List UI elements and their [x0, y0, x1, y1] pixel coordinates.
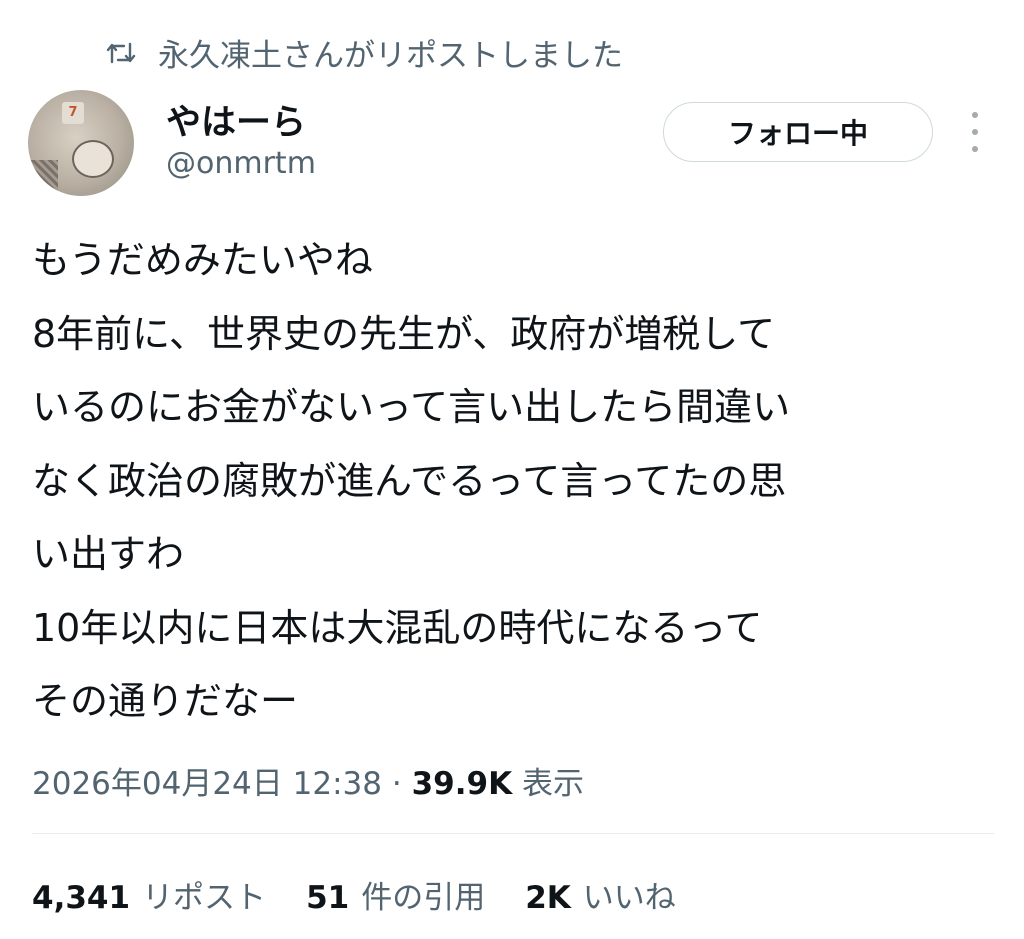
avatar[interactable]: 7 — [28, 90, 134, 196]
author-handle[interactable]: @onmrtm — [166, 146, 316, 181]
tweet-date[interactable]: 2026年04月24日 — [32, 766, 283, 802]
tweet-time[interactable]: 12:38 — [293, 766, 382, 802]
repost-label: リポスト — [142, 880, 267, 916]
retweet-icon — [106, 40, 136, 66]
repost-context[interactable]: 永久凍土さんがリポストしました — [106, 30, 623, 75]
more-options-icon[interactable] — [962, 112, 988, 152]
avatar-mark: 7 — [62, 102, 84, 124]
repost-count: 4,341 — [32, 880, 131, 916]
tweet-line: い出すわ — [32, 532, 185, 576]
divider — [32, 833, 994, 834]
following-button[interactable]: フォロー中 — [663, 102, 933, 162]
tweet-line: その通りだなー — [32, 679, 299, 723]
following-button-label: フォロー中 — [727, 117, 868, 150]
like-count: 2K — [525, 880, 571, 916]
quote-stat[interactable]: 51 件の引用 — [306, 872, 485, 917]
repost-stat[interactable]: 4,341 リポスト — [32, 872, 266, 917]
like-label: いいね — [582, 880, 676, 916]
avatar-pattern — [28, 160, 58, 196]
tweet-line: 8年前に、世界史の先生が、政府が増税して — [32, 311, 776, 356]
view-label: 表示 — [521, 766, 584, 802]
like-stat[interactable]: 2K いいね — [525, 872, 676, 917]
view-count[interactable]: 39.9K — [412, 766, 513, 802]
repost-context-text: 永久凍土さんがリポストしました — [158, 38, 623, 74]
meta-separator: · — [391, 766, 402, 802]
avatar-face — [72, 140, 114, 178]
author-display-name[interactable]: やはーら — [166, 94, 306, 145]
tweet-line: いるのにお金がないって言い出したら間違い — [32, 385, 791, 429]
tweet-line: 10年以内に日本は大混乱の時代になるって — [32, 605, 763, 650]
tweet-line: もうだめみたいやね — [32, 238, 373, 282]
tweet-stats: 4,341 リポスト 51 件の引用 2K いいね — [32, 872, 676, 917]
tweet-line: なく政治の腐敗が進んでるって言ってたの思 — [32, 458, 787, 503]
tweet-meta: 2026年04月24日 12:38 · 39.9K 表示 — [32, 758, 584, 803]
quote-count: 51 — [306, 880, 350, 916]
tweet-text: もうだめみたいやね 8年前に、世界史の先生が、政府が増税して いるのにお金がない… — [32, 224, 992, 739]
quote-label: 件の引用 — [361, 880, 486, 916]
